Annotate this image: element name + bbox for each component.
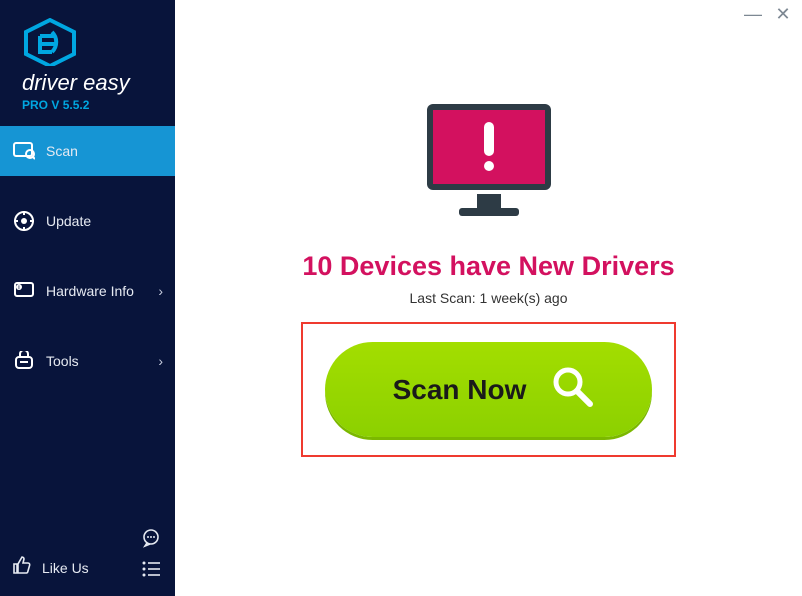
last-scan-line: Last Scan: 1 week(s) ago (410, 290, 568, 306)
device-count: 10 (302, 251, 332, 281)
update-icon (12, 210, 36, 232)
scan-icon (12, 140, 36, 162)
menu-icon[interactable] (141, 561, 161, 582)
brand-block: driver easy PRO V 5.5.2 (0, 0, 175, 120)
sidebar: driver easy PRO V 5.5.2 Scan Update i (0, 0, 175, 596)
feedback-icon[interactable] (141, 528, 161, 553)
scan-now-button[interactable]: Scan Now (325, 342, 653, 437)
sidebar-item-label: Tools (46, 353, 79, 369)
last-scan-label: Last Scan: (410, 290, 476, 306)
brand-version: PRO V 5.5.2 (22, 98, 175, 112)
sidebar-item-label: Scan (46, 143, 78, 159)
headline-text: Devices have New Drivers (340, 251, 675, 281)
hardware-info-icon: i (12, 280, 36, 302)
brand-name: driver easy (22, 70, 175, 96)
sidebar-item-update[interactable]: Update (0, 196, 175, 246)
alert-monitor-graphic (419, 98, 559, 233)
brand-logo-icon (22, 18, 78, 66)
sidebar-item-tools[interactable]: Tools › (0, 336, 175, 386)
close-button[interactable]: ✕ (774, 6, 792, 24)
sidebar-nav: Scan Update i Hardware Info › Tools (0, 126, 175, 545)
last-scan-value: 1 week(s) ago (480, 290, 568, 306)
chevron-right-icon: › (158, 283, 163, 299)
sidebar-item-label: Hardware Info (46, 283, 134, 299)
scan-highlight-box: Scan Now (301, 322, 677, 457)
chevron-right-icon: › (158, 353, 163, 369)
sidebar-bottom: Like Us (0, 545, 175, 596)
window-controls: — ✕ (744, 6, 792, 24)
tools-icon (12, 350, 36, 372)
sidebar-item-label: Update (46, 213, 91, 229)
scan-button-label: Scan Now (393, 374, 527, 406)
thumbs-up-icon[interactable] (12, 555, 32, 580)
app-window: driver easy PRO V 5.5.2 Scan Update i (0, 0, 802, 596)
main-panel: — ✕ 10 Devices have New Drivers Last Sca… (175, 0, 802, 596)
sidebar-item-scan[interactable]: Scan (0, 126, 175, 176)
minimize-button[interactable]: — (744, 6, 762, 24)
headline: 10 Devices have New Drivers (302, 251, 674, 282)
sidebar-item-hardware-info[interactable]: i Hardware Info › (0, 266, 175, 316)
search-icon (550, 364, 594, 415)
